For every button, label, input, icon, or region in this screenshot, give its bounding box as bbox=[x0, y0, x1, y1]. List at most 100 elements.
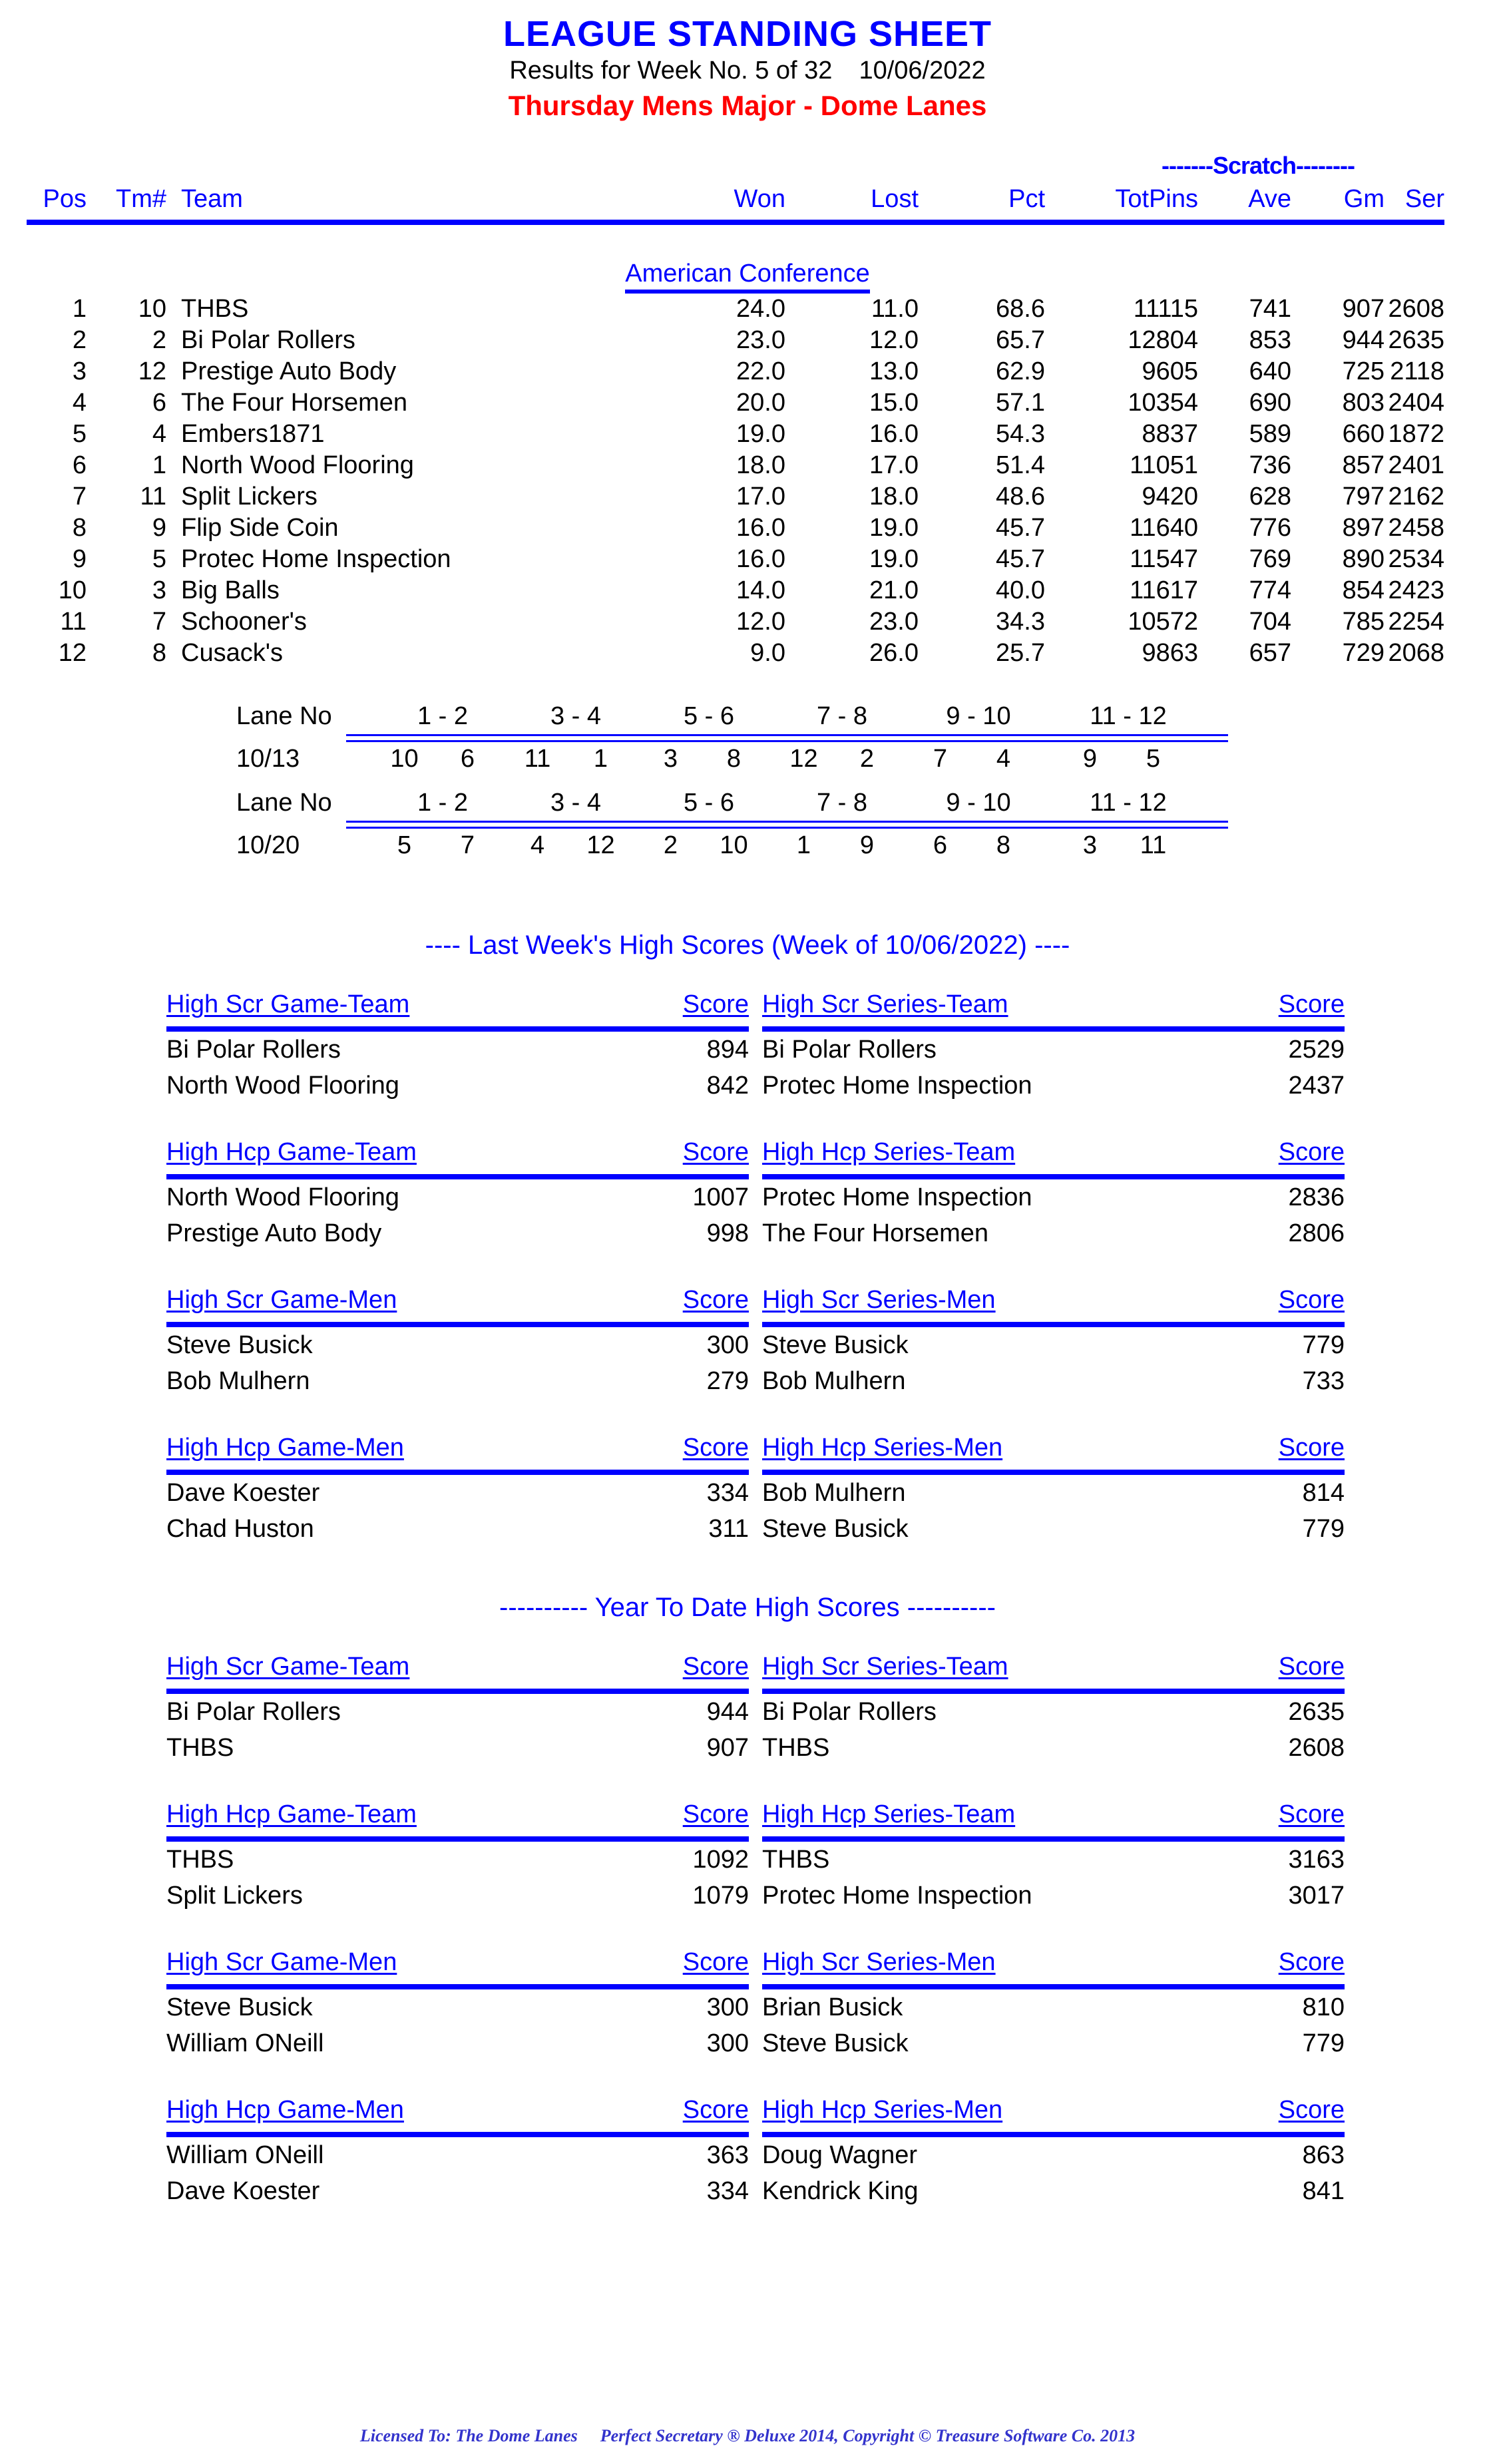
cell-pos: 9 bbox=[72, 545, 87, 573]
lane-matchup-team-a: 4 bbox=[530, 831, 545, 859]
cell-team-number: 5 bbox=[152, 545, 166, 573]
cell-lost: 26.0 bbox=[869, 639, 919, 667]
lane-matchup-team-a: 11 bbox=[524, 745, 551, 773]
cell-pos: 1 bbox=[72, 295, 87, 323]
lane-pair-label: 5 - 6 bbox=[683, 702, 735, 730]
lane-matchup: 57 bbox=[373, 831, 513, 860]
high-score-table-rule bbox=[762, 1470, 1345, 1475]
high-score-entry-value: 894 bbox=[706, 1036, 749, 1064]
cell-lost: 11.0 bbox=[871, 295, 919, 323]
high-score-row: Bi Polar Rollers 894 bbox=[166, 1036, 749, 1068]
high-score-table-header: High Scr Game-Men Score bbox=[166, 1948, 749, 1980]
high-score-column-header: Score bbox=[682, 1434, 749, 1462]
high-score-entry-value: 334 bbox=[706, 1479, 749, 1507]
high-score-column-header: Score bbox=[1278, 1138, 1345, 1166]
high-score-entry-value: 2836 bbox=[1288, 1183, 1345, 1211]
lane-pair-label: 1 - 2 bbox=[417, 702, 469, 730]
high-score-entry-name: Chad Huston bbox=[166, 1515, 314, 1543]
high-score-row: THBS 1092 bbox=[166, 1846, 749, 1878]
cell-ave: 769 bbox=[1249, 545, 1291, 573]
cell-pct: 68.6 bbox=[996, 295, 1045, 323]
league-standing-sheet: LEAGUE STANDING SHEET Results for Week N… bbox=[0, 0, 1495, 2464]
high-score-column-header: Score bbox=[1278, 1653, 1345, 1681]
cell-team-name: The Four Horsemen bbox=[181, 389, 408, 417]
high-score-row: Bi Polar Rollers 2635 bbox=[762, 1698, 1345, 1730]
high-score-entry-name: William ONeill bbox=[166, 2141, 324, 2169]
cell-ser: 2458 bbox=[1388, 514, 1444, 542]
high-score-table-header: High Hcp Series-Team Score bbox=[762, 1800, 1345, 1832]
year-to-date-high-score-table: High Scr Game-Men Score Steve Busick 300 Wil… bbox=[166, 1948, 749, 2061]
high-score-category-label: High Hcp Series-Team bbox=[762, 1138, 1016, 1166]
high-score-table-rule bbox=[762, 2132, 1345, 2137]
year-to-date-high-score-table: High Hcp Game-Team Score THBS 1092 Split Lic… bbox=[166, 1800, 749, 1914]
lane-schedule-block: Lane No 1 - 2 3 - 4 5 - 6 7 - 8 9 - 10 11 - 12… bbox=[0, 789, 1495, 863]
cell-won: 18.0 bbox=[736, 451, 785, 479]
cell-ser: 2162 bbox=[1388, 483, 1444, 511]
cell-pct: 65.7 bbox=[996, 326, 1045, 354]
high-score-table-header: High Scr Series-Team Score bbox=[762, 1653, 1345, 1685]
lane-matchup-team-a: 3 bbox=[663, 745, 678, 773]
cell-totpins: 11617 bbox=[1130, 576, 1198, 604]
high-score-row: North Wood Flooring 842 bbox=[166, 1072, 749, 1104]
cell-team-number: 9 bbox=[152, 514, 166, 542]
lane-matchup: 12 2 bbox=[772, 745, 912, 773]
high-score-table-header: High Scr Game-Team Score bbox=[166, 990, 749, 1022]
high-score-entry-value: 1079 bbox=[692, 1882, 749, 1910]
lane-pair-label: 1 - 2 bbox=[417, 789, 469, 817]
high-score-category-label: High Hcp Game-Men bbox=[166, 1434, 404, 1462]
cell-pct: 25.7 bbox=[996, 639, 1045, 667]
high-score-table-rule bbox=[166, 1836, 749, 1842]
high-score-column-header: Score bbox=[1278, 2096, 1345, 2124]
high-score-table-rule bbox=[166, 1322, 749, 1327]
cell-team-name: THBS bbox=[181, 295, 249, 323]
lane-pair-label: 11 - 12 bbox=[1090, 702, 1167, 730]
cell-ave: 589 bbox=[1249, 420, 1291, 448]
column-header-pct: Pct bbox=[1008, 185, 1045, 213]
results-subtitle: Results for Week No. 5 of 32 10/06/2022 bbox=[0, 57, 1495, 85]
high-score-column-header: Score bbox=[1278, 1286, 1345, 1314]
last-week-high-score-table: High Scr Series-Team Score Bi Polar Roller… bbox=[762, 990, 1345, 1104]
cell-ser: 2404 bbox=[1388, 389, 1444, 417]
lane-matchup-team-a: 7 bbox=[933, 745, 948, 773]
high-score-row: Prestige Auto Body 998 bbox=[166, 1219, 749, 1251]
lane-pair-label: 5 - 6 bbox=[683, 789, 735, 817]
last-week-high-score-table: High Scr Series-Men Score Steve Busick 779 B… bbox=[762, 1286, 1345, 1399]
high-score-entry-name: Split Lickers bbox=[166, 1882, 303, 1910]
high-score-entry-name: William ONeill bbox=[166, 2029, 324, 2057]
high-score-category-label: High Scr Game-Team bbox=[166, 990, 410, 1018]
last-week-high-score-table: High Scr Game-Team Score Bi Polar Rollers 8… bbox=[166, 990, 749, 1104]
high-score-table-header: High Hcp Series-Team Score bbox=[762, 1138, 1345, 1170]
high-score-row: Kendrick King 841 bbox=[762, 2177, 1345, 2209]
lane-matchup-team-b: 9 bbox=[859, 831, 875, 859]
high-score-table-rule bbox=[762, 1026, 1345, 1032]
lane-matchup-team-b: 5 bbox=[1146, 745, 1161, 773]
high-score-row: Protec Home Inspection 2437 bbox=[762, 1072, 1345, 1104]
year-to-date-high-score-table: High Hcp Series-Men Score Doug Wagner 863 Ke… bbox=[762, 2096, 1345, 2209]
high-score-column-header: Score bbox=[682, 1653, 749, 1681]
last-week-high-score-table: High Hcp Game-Men Score Dave Koester 334 Cha… bbox=[166, 1434, 749, 1547]
high-score-table-rule bbox=[166, 1174, 749, 1179]
high-score-entry-name: Protec Home Inspection bbox=[762, 1882, 1032, 1910]
year-to-date-high-score-table: High Scr Game-Team Score Bi Polar Rollers 9… bbox=[166, 1653, 749, 1766]
cell-pos: 10 bbox=[58, 576, 87, 604]
high-score-table-header: High Scr Series-Men Score bbox=[762, 1948, 1345, 1980]
cell-team-number: 12 bbox=[138, 357, 166, 385]
lane-pair-label: 7 - 8 bbox=[816, 702, 868, 730]
lane-matchup-team-b: 10 bbox=[720, 831, 748, 859]
cell-team-name: Split Lickers bbox=[181, 483, 318, 511]
high-score-category-label: High Scr Series-Team bbox=[762, 990, 1008, 1018]
high-score-entry-value: 779 bbox=[1302, 2029, 1345, 2057]
high-score-entry-name: Bob Mulhern bbox=[166, 1367, 310, 1395]
cell-pct: 45.7 bbox=[996, 514, 1045, 542]
high-score-entry-name: North Wood Flooring bbox=[166, 1072, 399, 1100]
high-score-entry-name: Steve Busick bbox=[762, 2029, 909, 2057]
high-score-row: Steve Busick 779 bbox=[762, 2029, 1345, 2061]
year-to-date-high-score-table: High Scr Series-Team Score Bi Polar Roller… bbox=[762, 1653, 1345, 1766]
high-score-row: Protec Home Inspection 3017 bbox=[762, 1882, 1345, 1914]
cell-won: 17.0 bbox=[736, 483, 785, 511]
lane-matchup-team-a: 9 bbox=[1082, 745, 1098, 773]
cell-ave: 690 bbox=[1249, 389, 1291, 417]
high-score-entry-value: 300 bbox=[706, 1331, 749, 1359]
last-week-high-score-table: High Hcp Game-Team Score North Wood Floori… bbox=[166, 1138, 749, 1251]
high-score-row: Steve Busick 779 bbox=[762, 1515, 1345, 1547]
